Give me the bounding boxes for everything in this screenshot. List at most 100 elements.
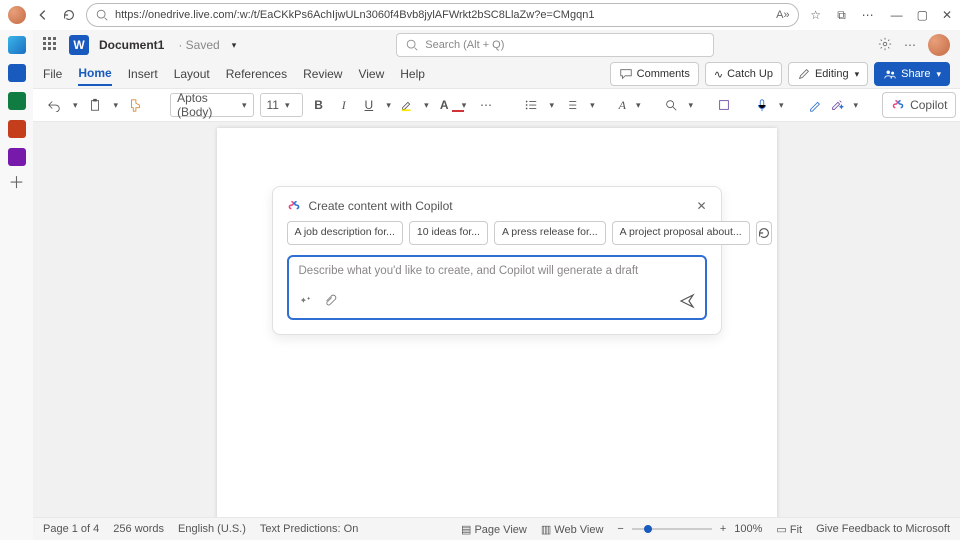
bold-button[interactable]: B: [309, 94, 328, 116]
avatar[interactable]: [928, 34, 950, 56]
font-size-select[interactable]: 11▾: [260, 93, 304, 117]
copilot-icon: [891, 98, 905, 112]
tab-references[interactable]: References: [226, 63, 287, 85]
rail-edge-icon[interactable]: [8, 36, 26, 54]
search-input[interactable]: Search (Alt + Q): [396, 33, 714, 57]
profile-icon[interactable]: [8, 6, 26, 24]
zoom-slider[interactable]: [632, 528, 712, 530]
attach-icon[interactable]: [323, 294, 337, 311]
tab-home[interactable]: Home: [78, 62, 111, 86]
app-launcher-icon[interactable]: [43, 37, 59, 53]
text-predictions[interactable]: Text Predictions: On: [260, 523, 358, 535]
document-title[interactable]: Document1: [99, 38, 164, 52]
designer-button[interactable]: [717, 94, 731, 116]
title-chevron-down-icon[interactable]: ▾: [232, 40, 237, 51]
page-indicator[interactable]: Page 1 of 4: [43, 523, 99, 535]
menu-bar: File Home Insert Layout References Revie…: [33, 60, 960, 89]
highlight-button[interactable]: [397, 94, 416, 116]
refresh-chips-button[interactable]: [756, 221, 772, 245]
more-icon[interactable]: ⋯: [859, 6, 877, 24]
titlebar: W Document1 · Saved ▾ Search (Alt + Q) ⋯: [33, 30, 960, 60]
tab-file[interactable]: File: [43, 63, 62, 85]
italic-button[interactable]: I: [334, 94, 353, 116]
url-text: https://onedrive.live.com/:w:/t/EaCKkPs6…: [115, 9, 594, 21]
comments-button[interactable]: Comments: [610, 62, 699, 86]
word-logo-icon: W: [69, 35, 89, 55]
zoom-control[interactable]: − + 100%: [617, 523, 762, 535]
rail-onenote-icon[interactable]: [8, 148, 26, 166]
search-placeholder: Search (Alt + Q): [425, 39, 504, 51]
document-canvas[interactable]: Create content with Copilot ✕ A job desc…: [33, 122, 960, 518]
collections-icon[interactable]: ⧉: [833, 6, 851, 24]
language[interactable]: English (U.S.): [178, 523, 246, 535]
tab-review[interactable]: Review: [303, 63, 342, 85]
more-font-icon[interactable]: ⋯: [476, 94, 495, 116]
people-icon: [883, 67, 897, 81]
rail-word-icon[interactable]: [8, 64, 26, 82]
bullets-button[interactable]: [520, 94, 542, 116]
font-name-select[interactable]: Aptos (Body)▾: [170, 93, 253, 117]
tab-help[interactable]: Help: [400, 63, 425, 85]
copilot-button[interactable]: Copilot: [882, 92, 956, 118]
fit-button[interactable]: ▭ Fit: [776, 523, 802, 536]
editor-button[interactable]: [808, 94, 822, 116]
editing-button[interactable]: Editing▾: [788, 62, 868, 86]
close-window-button[interactable]: ✕: [942, 8, 952, 22]
zoom-level[interactable]: 100%: [734, 523, 762, 535]
catchup-button[interactable]: ∿Catch Up: [705, 62, 782, 86]
rail-excel-icon[interactable]: [8, 92, 26, 110]
web-view-button[interactable]: ▥ Web View: [541, 523, 604, 536]
prompt-input[interactable]: Describe what you'd like to create, and …: [287, 255, 707, 320]
chip-project-proposal[interactable]: A project proposal about...: [612, 221, 750, 245]
undo-button[interactable]: [43, 94, 65, 116]
save-status[interactable]: · Saved: [178, 38, 219, 52]
more-icon[interactable]: ⋯: [904, 38, 916, 52]
status-bar: Page 1 of 4 256 words English (U.S.) Tex…: [33, 517, 960, 540]
format-painter-button[interactable]: [124, 94, 146, 116]
rewrite-button[interactable]: [830, 94, 844, 116]
minimize-button[interactable]: —: [891, 8, 903, 22]
word-app: W Document1 · Saved▾ Search (Alt + Q) ⋯ …: [33, 30, 960, 518]
ribbon: ▾ ▾ Aptos (Body)▾ 11▾ B I U▾ ▾ A▾ ⋯ ▾ ▾ …: [33, 89, 960, 122]
copilot-card: Create content with Copilot ✕ A job desc…: [272, 186, 722, 335]
chip-press-release[interactable]: A press release for...: [494, 221, 606, 245]
dictate-button[interactable]: [755, 94, 769, 116]
paste-button[interactable]: [84, 94, 106, 116]
settings-icon[interactable]: [878, 37, 892, 54]
search-icon: [405, 38, 419, 52]
refresh-button[interactable]: [60, 6, 78, 24]
zoom-in-icon[interactable]: +: [720, 523, 726, 535]
favorite-icon[interactable]: ☆: [807, 6, 825, 24]
window-controls: — ▢ ✕: [891, 8, 952, 22]
chip-ideas[interactable]: 10 ideas for...: [409, 221, 488, 245]
font-color-button[interactable]: A: [435, 94, 454, 116]
catchup-icon: ∿: [714, 68, 723, 81]
send-button[interactable]: [679, 293, 695, 312]
chip-job-description[interactable]: A job description for...: [287, 221, 403, 245]
prompt-placeholder: Describe what you'd like to create, and …: [299, 265, 695, 281]
tab-layout[interactable]: Layout: [174, 63, 210, 85]
word-count[interactable]: 256 words: [113, 523, 164, 535]
share-button[interactable]: Share▾: [874, 62, 950, 86]
back-button[interactable]: [34, 6, 52, 24]
zoom-out-icon[interactable]: −: [617, 523, 623, 535]
tab-insert[interactable]: Insert: [128, 63, 158, 85]
styles-button[interactable]: A: [619, 94, 626, 116]
suggestion-chips: A job description for... 10 ideas for...…: [287, 221, 707, 245]
numbering-button[interactable]: [560, 94, 582, 116]
refresh-icon: [757, 226, 771, 240]
tab-view[interactable]: View: [358, 63, 384, 85]
close-icon[interactable]: ✕: [696, 199, 706, 213]
rail-powerpoint-icon[interactable]: [8, 120, 26, 138]
pencil-icon: [797, 67, 811, 81]
page-view-button[interactable]: ▤ Page View: [461, 523, 527, 536]
underline-button[interactable]: U: [359, 94, 378, 116]
read-aloud-icon[interactable]: A»: [776, 9, 789, 21]
rail-add-icon[interactable]: ＋: [8, 176, 24, 192]
feedback-link[interactable]: Give Feedback to Microsoft: [816, 523, 950, 535]
inspire-icon[interactable]: [299, 294, 313, 311]
maximize-button[interactable]: ▢: [917, 8, 928, 22]
copilot-icon: [287, 199, 301, 213]
find-button[interactable]: [664, 94, 678, 116]
address-bar[interactable]: https://onedrive.live.com/:w:/t/EaCKkPs6…: [86, 3, 799, 27]
